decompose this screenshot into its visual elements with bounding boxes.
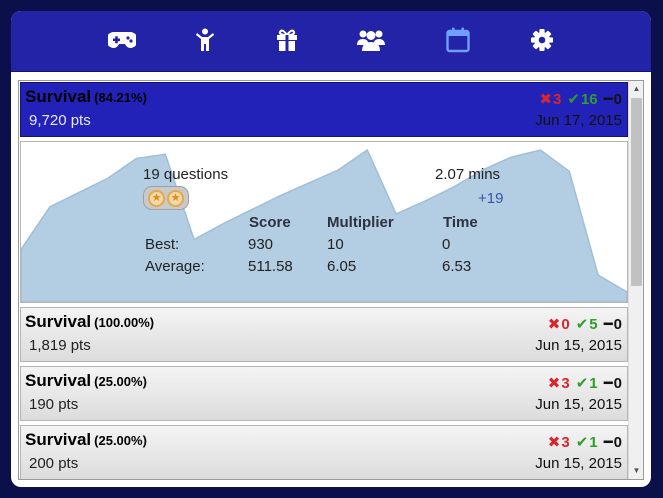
top-nav-bar	[11, 11, 651, 72]
app-window: Survival (84.21%) 9,720 pts ✖ 3 ✔ 16 ━ 0 Jun…	[11, 11, 651, 487]
row-points: 1,819 pts	[29, 337, 91, 354]
calendar-icon[interactable]	[443, 25, 473, 55]
scroll-up-arrow-icon[interactable]: ▲	[629, 82, 643, 96]
row-percent: (84.21%)	[94, 90, 147, 105]
score-area-series	[21, 148, 627, 302]
star-medal-icon: ★	[148, 189, 165, 207]
history-row[interactable]: Survival (100.00%) 1,819 pts ✖ 0 ✔ 5 ━ 0 Jun…	[20, 307, 628, 362]
row-title: Survival (84.21%)	[25, 87, 147, 106]
skipped-count: ━ 0	[603, 374, 622, 393]
gift-icon[interactable]	[272, 25, 302, 55]
row-answer-counts: ✖ 3 ✔ 16 ━ 0	[539, 90, 622, 109]
check-icon: ✔	[575, 375, 589, 392]
skipped-count: ━ 0	[603, 90, 622, 109]
dash-icon: ━	[603, 375, 613, 392]
header-time: Time	[443, 214, 478, 231]
row-answer-counts: ✖ 3 ✔ 1 ━ 0	[547, 433, 622, 452]
header-multiplier: Multiplier	[327, 214, 394, 231]
wrong-count: ✖ 3	[539, 90, 562, 109]
history-row[interactable]: Survival (25.00%) 200 pts ✖ 3 ✔ 1 ━ 0 Jun 15…	[20, 425, 628, 479]
row-date: Jun 15, 2015	[535, 396, 622, 413]
row-title: Survival (100.00%)	[25, 312, 155, 331]
vertical-scrollbar[interactable]: ▲ ▼	[628, 81, 643, 479]
average-score: 511.58	[248, 258, 293, 275]
best-label: Best:	[145, 236, 180, 253]
row-percent: (100.00%)	[94, 315, 155, 330]
history-row[interactable]: Survival (25.00%) 190 pts ✖ 3 ✔ 1 ━ 0 Jun 15…	[20, 366, 628, 421]
row-percent: (25.00%)	[94, 374, 147, 389]
check-icon: ✔	[567, 91, 580, 108]
history-list: Survival (84.21%) 9,720 pts ✖ 3 ✔ 16 ━ 0 Jun…	[20, 82, 628, 479]
wrong-count: ✖ 3	[547, 374, 570, 393]
elapsed-time: 2.07 mins	[435, 166, 501, 183]
best-multiplier: 10	[327, 236, 344, 253]
header-score: Score	[249, 214, 291, 231]
gamepad-icon[interactable]	[107, 25, 137, 55]
cross-icon: ✖	[547, 434, 561, 451]
cross-icon: ✖	[539, 91, 553, 108]
average-multiplier: 6.05	[327, 258, 357, 275]
row-detail-panel: 19 questions ★ ★ 2.07 mins +19 Score Mul…	[20, 141, 628, 303]
correct-count: ✔ 16	[567, 90, 598, 109]
medals-badge: ★ ★	[143, 186, 189, 210]
row-title: Survival (25.00%)	[25, 371, 147, 390]
best-score: 930	[248, 236, 274, 253]
wrong-count: ✖ 0	[547, 315, 570, 334]
history-panel: Survival (84.21%) 9,720 pts ✖ 3 ✔ 16 ━ 0 Jun…	[18, 80, 644, 480]
dash-icon: ━	[603, 91, 613, 108]
history-row[interactable]: Survival (84.21%) 9,720 pts ✖ 3 ✔ 16 ━ 0 Jun…	[20, 82, 628, 137]
scrollbar-thumb[interactable]	[631, 98, 642, 286]
row-date: Jun 17, 2015	[535, 112, 622, 129]
row-points: 190 pts	[29, 396, 79, 413]
row-title: Survival (25.00%)	[25, 430, 147, 449]
skipped-count: ━ 0	[603, 315, 622, 334]
cross-icon: ✖	[547, 316, 561, 333]
correct-count: ✔ 5	[575, 315, 598, 334]
question-count: 19 questions	[143, 166, 229, 183]
row-date: Jun 15, 2015	[535, 337, 622, 354]
person-icon[interactable]	[190, 25, 220, 55]
wrong-count: ✖ 3	[547, 433, 570, 452]
cross-icon: ✖	[547, 375, 561, 392]
best-time: 0	[442, 236, 451, 253]
star-medal-icon: ★	[167, 189, 184, 207]
average-label: Average:	[145, 258, 205, 275]
row-points: 9,720 pts	[29, 112, 91, 129]
row-answer-counts: ✖ 0 ✔ 5 ━ 0	[547, 315, 622, 334]
correct-count: ✔ 1	[575, 433, 598, 452]
row-answer-counts: ✖ 3 ✔ 1 ━ 0	[547, 374, 622, 393]
check-icon: ✔	[575, 434, 589, 451]
score-area-chart	[21, 148, 627, 302]
check-icon: ✔	[575, 316, 589, 333]
group-icon[interactable]	[356, 25, 386, 55]
row-percent: (25.00%)	[94, 433, 147, 448]
correct-count: ✔ 1	[575, 374, 598, 393]
dash-icon: ━	[603, 316, 613, 333]
dash-icon: ━	[603, 434, 613, 451]
scroll-down-arrow-icon[interactable]: ▼	[629, 464, 643, 478]
bonus-points: +19	[478, 190, 504, 207]
row-points: 200 pts	[29, 455, 79, 472]
skipped-count: ━ 0	[603, 433, 622, 452]
row-date: Jun 15, 2015	[535, 455, 622, 472]
average-time: 6.53	[442, 258, 472, 275]
gear-icon[interactable]	[527, 25, 557, 55]
